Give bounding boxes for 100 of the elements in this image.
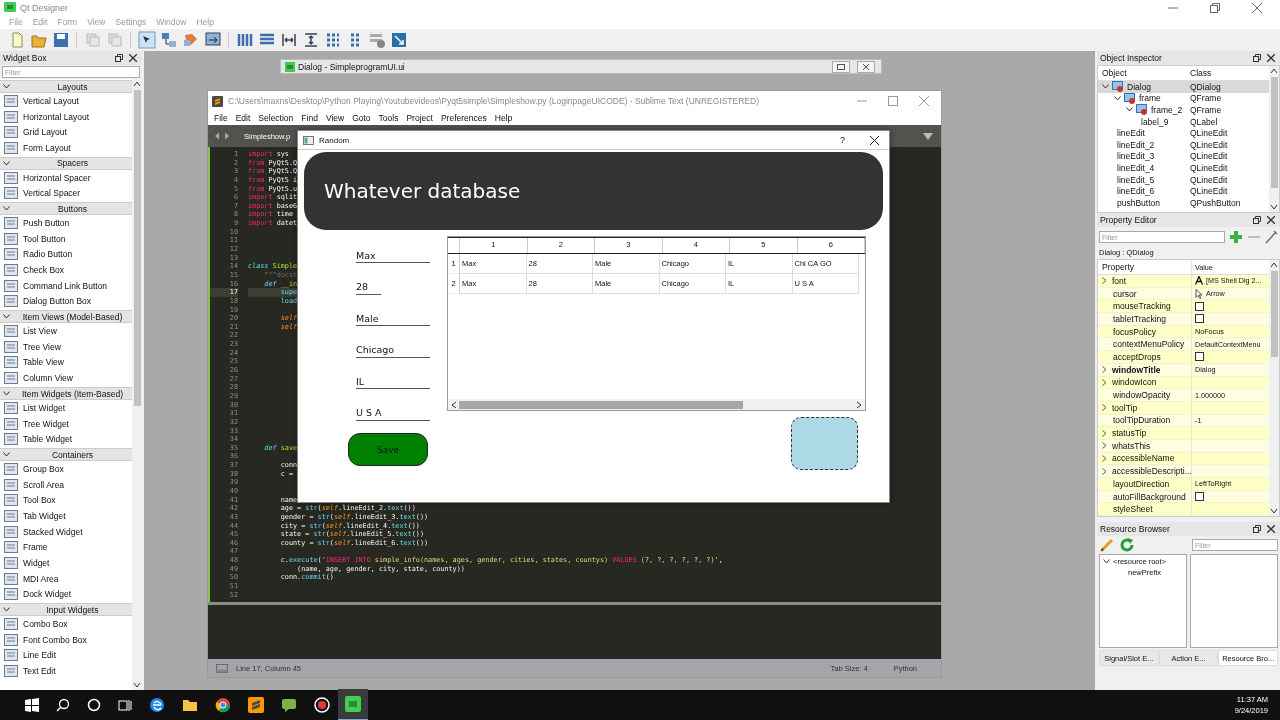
folder-icon[interactable] (182, 697, 198, 713)
category-header[interactable]: Item Widgets (Item-Based) (0, 387, 132, 400)
scroll-right-icon[interactable] (856, 400, 862, 409)
widget-item[interactable]: List View (0, 323, 132, 339)
object-row[interactable]: lineEdit_3 QLineEdit (1098, 150, 1269, 163)
scroll-thumb[interactable] (1270, 77, 1278, 188)
column-header[interactable]: Property (1098, 260, 1192, 274)
task-view-icon[interactable] (118, 698, 132, 712)
close-icon[interactable] (129, 54, 137, 62)
scroll-up-icon[interactable] (1270, 68, 1278, 74)
adjust-icon[interactable] (389, 31, 408, 49)
widget-item[interactable]: Vertical Spacer (0, 185, 132, 202)
category-header[interactable]: Containers (0, 448, 132, 462)
object-row[interactable]: lineEdit_6 QLineEdit (1098, 185, 1269, 197)
pointer-icon[interactable] (137, 31, 156, 49)
widget-item[interactable]: Font Combo Box (0, 631, 132, 648)
widget-item[interactable]: Table Widget (0, 431, 132, 448)
menu-item[interactable]: Goto (348, 113, 375, 123)
menu-item[interactable]: Preferences (436, 113, 491, 123)
scrollbar[interactable] (1269, 66, 1279, 212)
maximize-icon[interactable] (888, 96, 898, 106)
caret-icon[interactable] (3, 206, 10, 212)
widget-item[interactable]: Widget (0, 555, 132, 571)
menu-item[interactable]: Tools (374, 113, 403, 123)
menu-item[interactable]: Edit (231, 113, 255, 123)
wrench-icon[interactable] (1264, 229, 1278, 245)
menu-item[interactable]: Find (297, 113, 322, 123)
pencil-icon[interactable] (1099, 537, 1115, 553)
widget-item[interactable]: Stacked Widget (0, 523, 132, 540)
widget-item[interactable]: Group Box (0, 461, 132, 477)
save-icon[interactable] (51, 31, 70, 49)
chat-icon[interactable] (281, 697, 297, 713)
scrollbar[interactable] (448, 399, 865, 410)
widget-item[interactable]: Tool Button (0, 230, 132, 247)
widget-item[interactable]: Column View (0, 370, 132, 386)
scroll-thumb[interactable] (459, 400, 743, 409)
caret-icon[interactable] (3, 452, 10, 458)
input-field[interactable]: U S A (356, 405, 430, 421)
scroll-up-icon[interactable] (133, 81, 141, 87)
menu-item[interactable]: Selection (254, 113, 298, 123)
category-header[interactable]: Input Widgets (0, 603, 132, 617)
checkbox[interactable] (1195, 314, 1204, 324)
widget-item[interactable]: Radio Button (0, 246, 132, 263)
record-icon[interactable] (314, 697, 330, 713)
widget-item[interactable]: Form Layout (0, 140, 132, 156)
restore-button[interactable] (832, 60, 850, 73)
input-field[interactable]: Max (356, 248, 430, 263)
float-icon[interactable] (1253, 525, 1261, 533)
widget-item[interactable]: Check Box (0, 262, 132, 278)
input-field[interactable]: Chicago (356, 342, 430, 358)
object-row[interactable]: frame QFrame (1098, 92, 1269, 105)
column-header[interactable]: Object (1098, 68, 1190, 78)
close-icon[interactable] (870, 135, 879, 145)
category-header[interactable]: Item Views (Model-Based) (0, 310, 132, 324)
category-header[interactable]: Buttons (0, 202, 132, 216)
save-button[interactable]: Save (348, 433, 428, 466)
widget-item[interactable]: Tab Widget (0, 508, 132, 524)
tab-arrows-icon[interactable] (214, 132, 230, 140)
widget-item[interactable]: Tree Widget (0, 415, 132, 432)
widget-item[interactable]: Text Edit (0, 663, 132, 679)
caret-icon[interactable] (3, 84, 10, 89)
scroll-down-icon[interactable] (1270, 204, 1278, 210)
float-icon[interactable] (115, 54, 123, 62)
float-icon[interactable] (1253, 54, 1261, 62)
menu-item[interactable]: Project (402, 113, 437, 123)
widget-item[interactable]: Tree View (0, 338, 132, 355)
scroll-thumb[interactable] (133, 90, 141, 406)
designer-taskbar-button[interactable] (338, 689, 368, 720)
float-icon[interactable] (1253, 216, 1261, 224)
close-icon[interactable] (1267, 216, 1275, 224)
caret-icon[interactable] (1102, 84, 1109, 90)
widget-item[interactable]: Horizontal Layout (0, 108, 132, 125)
break-icon[interactable] (367, 31, 386, 49)
split-h-icon[interactable] (279, 31, 298, 49)
close-icon[interactable] (1267, 525, 1275, 533)
widget-item[interactable]: Push Button (0, 215, 132, 231)
tag-icon[interactable] (181, 31, 200, 49)
scroll-up-icon[interactable] (1270, 262, 1278, 268)
input-field[interactable]: IL (356, 374, 430, 389)
editor-icon[interactable] (248, 697, 264, 713)
caret-icon[interactable] (1114, 95, 1121, 101)
object-row[interactable]: pushButton QPushButton (1098, 196, 1269, 209)
object-row[interactable]: frame_2 QFrame (1098, 104, 1269, 116)
circle-icon[interactable] (87, 698, 101, 712)
column-header[interactable]: Class (1190, 68, 1269, 78)
scroll-thumb[interactable] (1270, 271, 1278, 357)
browser-icon[interactable] (149, 697, 165, 713)
object-row[interactable]: lineEdit_2 QLineEdit (1098, 138, 1269, 151)
browser-icon[interactable] (215, 697, 231, 713)
widget-item[interactable]: MDI Area (0, 570, 132, 587)
object-row[interactable]: lineEdit QLineEdit (1098, 127, 1269, 139)
scrollbar[interactable] (1269, 260, 1279, 516)
checkbox[interactable] (1195, 352, 1204, 362)
widget-item[interactable]: List Widget (0, 400, 132, 416)
scrollbar[interactable] (132, 79, 142, 690)
widget-item[interactable]: Combo Box (0, 616, 132, 632)
object-row[interactable]: lineEdit_5 QLineEdit (1098, 173, 1269, 186)
menu-item[interactable]: File (210, 113, 232, 123)
caret-icon[interactable] (3, 607, 10, 613)
close-button[interactable] (857, 60, 875, 73)
